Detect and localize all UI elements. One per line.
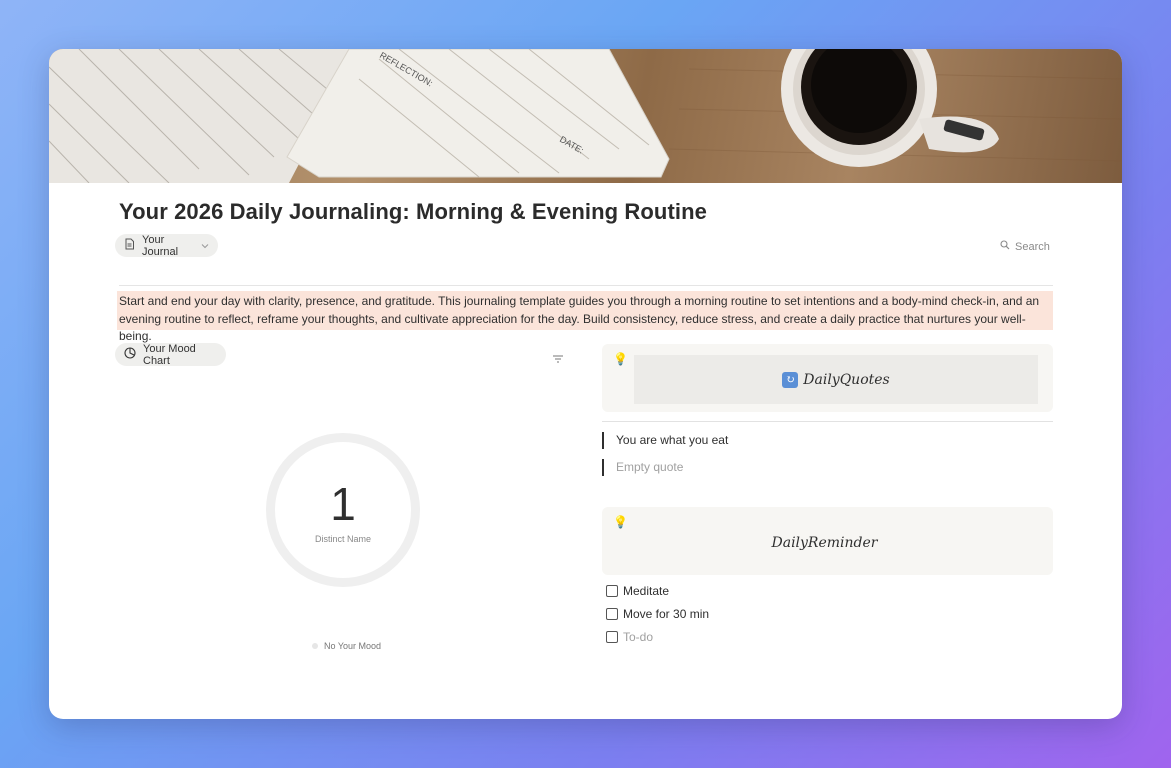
daily-quotes-title-block: ↻ DailyQuotes <box>634 355 1038 404</box>
donut-center-label: Distinct Name <box>314 534 371 544</box>
todo-checkbox[interactable] <box>606 608 618 620</box>
todo-label[interactable]: To-do <box>623 630 653 644</box>
todo-item: Move for 30 min <box>606 607 709 621</box>
filter-icon[interactable] <box>553 350 563 368</box>
journal-view-label: Your Journal <box>142 233 179 258</box>
refresh-icon: ↻ <box>782 371 799 388</box>
chevron-down-icon <box>201 240 209 252</box>
lightbulb-icon: 💡 <box>613 352 628 366</box>
todo-item: Meditate <box>606 584 669 598</box>
journal-view-button[interactable]: Your Journal <box>115 233 218 258</box>
todo-checkbox[interactable] <box>606 585 618 597</box>
chart-icon <box>124 347 136 362</box>
daily-reminder-callout: 💡 DailyReminder <box>602 507 1053 575</box>
divider <box>119 285 1053 286</box>
quote-item[interactable]: You are what you eat <box>602 432 728 449</box>
search-icon <box>1000 240 1010 253</box>
daily-quotes-callout: 💡 ↻ DailyQuotes <box>602 344 1053 412</box>
mood-chart-label: Your Mood Chart <box>143 342 196 367</box>
intro-callout: Start and end your day with clarity, pre… <box>117 291 1053 343</box>
lightbulb-icon: 💡 <box>613 515 628 529</box>
todo-checkbox[interactable] <box>606 631 618 643</box>
todo-label[interactable]: Move for 30 min <box>623 607 709 621</box>
todo-item-placeholder: To-do <box>606 630 653 644</box>
search-label: Search <box>1015 240 1050 253</box>
legend-dot <box>312 643 318 649</box>
page-icon <box>124 238 135 253</box>
donut-center-value: 1 <box>330 478 356 530</box>
daily-quotes-title: DailyQuotes <box>803 371 890 388</box>
search-button[interactable]: Search <box>1000 240 1050 253</box>
journal-window: REFLECTION: DATE: Your 2026 Daily Journa… <box>49 49 1122 719</box>
quote-item-empty[interactable]: Empty quote <box>602 459 683 476</box>
page-title: Your 2026 Daily Journaling: Morning & Ev… <box>119 199 707 224</box>
chart-legend: No Your Mood <box>312 641 381 651</box>
divider <box>602 421 1053 422</box>
cover-image: REFLECTION: DATE: <box>49 49 1122 183</box>
mood-chart-view-button[interactable]: Your Mood Chart <box>115 342 226 367</box>
legend-label: No Your Mood <box>324 641 382 651</box>
daily-reminder-title: DailyReminder <box>771 535 878 551</box>
todo-label[interactable]: Meditate <box>623 584 669 598</box>
